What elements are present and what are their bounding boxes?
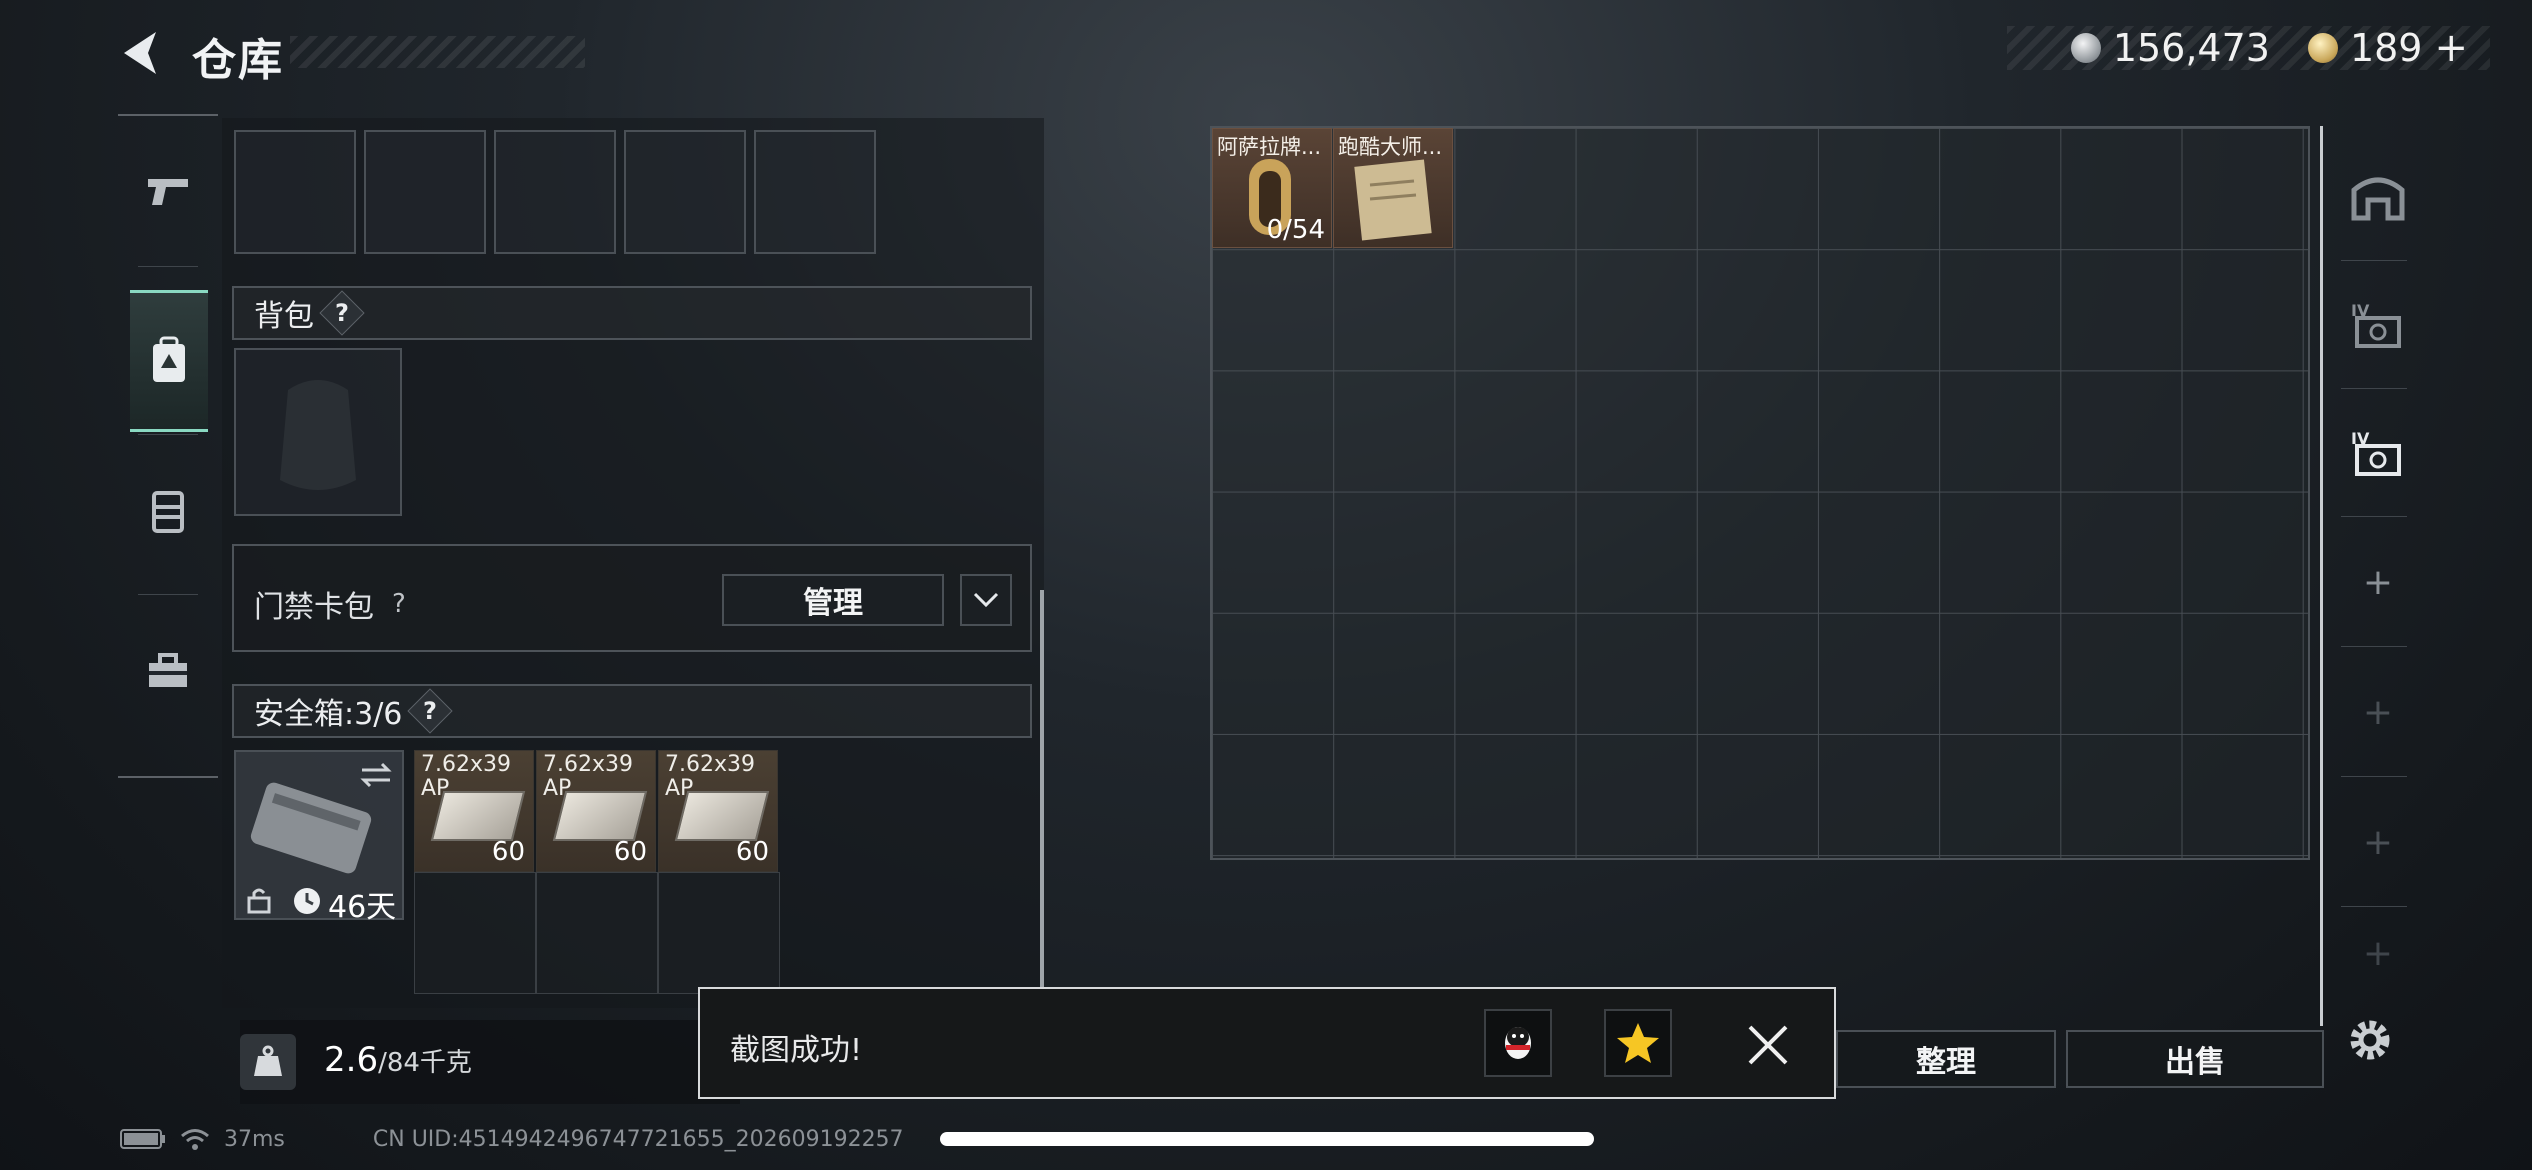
ping-text: 37ms (224, 1126, 285, 1152)
plus-icon: + (2362, 932, 2394, 974)
left-panel-scrollbar[interactable] (1040, 590, 1044, 990)
gear-icon (2350, 1020, 2390, 1060)
silver-amount: 156,473 (2112, 26, 2270, 70)
close-icon (1748, 1025, 1788, 1065)
add-page-button[interactable]: + (2333, 652, 2423, 772)
clock-icon (294, 888, 320, 914)
battery-icon (120, 1129, 165, 1149)
storage-item-name: 阿萨拉牌... (1217, 135, 1322, 159)
toast-message: 截图成功! (730, 1033, 863, 1068)
nav-storage-page-4-active[interactable]: IV (2333, 394, 2423, 514)
sell-button[interactable]: 出售 (2066, 1030, 2324, 1088)
plus-icon: + (2362, 691, 2394, 733)
back-button[interactable] (118, 28, 168, 78)
vest-icon (152, 491, 184, 533)
nav-item-vest[interactable] (118, 446, 218, 576)
equipment-slot[interactable] (754, 130, 876, 254)
manage-button[interactable]: 管理 (722, 574, 944, 626)
ammo-item[interactable]: 7.62x39 AP 60 (536, 750, 656, 872)
page-title: 仓库 (192, 35, 284, 86)
safe-box-section-header: 安全箱:3/6 ? (232, 684, 1032, 738)
backpack-silhouette-icon (280, 380, 356, 490)
safe-box-cell[interactable] (414, 872, 536, 994)
safe-box-days: 46天 (328, 890, 397, 925)
ammo-name: 7.62x39 AP (665, 752, 755, 801)
storage-page-nav: IV IV + + + + (2320, 126, 2423, 1026)
keycard-label: 门禁卡包 (254, 590, 374, 625)
silver-coin-icon (2070, 33, 2101, 63)
ammo-item[interactable]: 7.62x39 AP 60 (658, 750, 778, 872)
safe-box-slot[interactable]: 46天 (234, 750, 404, 925)
safe-box-cell[interactable] (536, 872, 658, 994)
currency-bar: 156,473 189 + (2006, 25, 2490, 71)
qzone-star-icon (1617, 1023, 1659, 1063)
backpack-help-button[interactable]: ? (319, 290, 365, 336)
screenshot-toast: 截图成功! (698, 987, 1836, 1099)
ammo-name: 7.62x39 AP (421, 752, 511, 801)
backpack-slot[interactable] (234, 348, 402, 516)
equipment-slot[interactable] (364, 130, 486, 254)
weight-bar: 2.6/84千克 (240, 1020, 740, 1104)
wifi-icon (181, 1129, 209, 1150)
nav-storage-page-4[interactable]: IV (2333, 266, 2423, 386)
storage-item-count: 0/54 (1266, 215, 1325, 245)
storage-item-name: 跑酷大师... (1338, 135, 1443, 159)
chevron-down-icon (973, 592, 999, 608)
safe-box-help-button[interactable]: ? (407, 688, 454, 734)
home-indicator[interactable] (940, 1132, 1594, 1146)
equipment-slot[interactable] (624, 130, 746, 254)
plus-icon: + (2362, 821, 2394, 863)
pistol-icon (148, 179, 188, 205)
share-qq-button[interactable] (1484, 1009, 1552, 1077)
status-bar: 37ms CN UID:4514942496747721655_20260919… (120, 1122, 904, 1156)
gold-coin-icon (2307, 33, 2338, 63)
storage-item[interactable]: 阿萨拉牌... 0/54 (1212, 128, 1332, 248)
ammo-item[interactable]: 7.62x39 AP 60 (414, 750, 534, 872)
sort-button[interactable]: 整理 (1836, 1030, 2056, 1088)
nav-item-toolbox[interactable] (118, 606, 218, 736)
equipment-slot[interactable] (494, 130, 616, 254)
ammo-count: 60 (613, 837, 647, 867)
safe-box-label: 安全箱:3/6 (254, 697, 403, 732)
weight-max: /84千克 (378, 1048, 472, 1078)
uid-text: CN UID:4514942496747721655_202609192257 (372, 1126, 904, 1152)
storage-item[interactable]: 跑酷大师... (1333, 128, 1453, 248)
settings-button[interactable] (2340, 1010, 2400, 1070)
backpack-label: 背包 (254, 299, 314, 334)
toolbox-icon (149, 653, 187, 687)
add-page-button[interactable]: + (2333, 908, 2423, 998)
title-decoration (290, 36, 585, 68)
weight-kg-icon (240, 1034, 296, 1090)
document-item-icon (1354, 159, 1432, 241)
add-gold-button[interactable]: + (2434, 25, 2468, 71)
gold-amount: 189 (2349, 26, 2423, 70)
safe-box-cell[interactable] (658, 872, 780, 994)
ammo-name: 7.62x39 AP (543, 752, 633, 801)
nav-item-backpack[interactable] (130, 290, 208, 432)
add-page-button[interactable]: + (2333, 522, 2423, 642)
left-category-nav (118, 114, 218, 778)
share-qzone-button[interactable] (1604, 1009, 1672, 1077)
lock-icon (247, 888, 271, 914)
add-page-button[interactable]: + (2333, 782, 2423, 902)
safe-page-4-active-icon: IV (2351, 429, 2401, 476)
expand-dropdown-button[interactable] (960, 574, 1012, 626)
safe-page-4-icon: IV (2351, 301, 2401, 348)
nav-item-weapons[interactable] (118, 126, 218, 256)
keycard-help-button[interactable]: ? (392, 589, 406, 619)
warehouse-icon (2351, 177, 2405, 221)
plus-icon: + (2362, 561, 2394, 603)
toast-close-button[interactable] (1740, 1017, 1796, 1073)
ammo-count: 60 (735, 837, 769, 867)
backpack-icon (153, 336, 185, 382)
weight-current: 2.6 (324, 1040, 379, 1080)
qq-penguin-icon (1505, 1027, 1531, 1059)
swap-icon[interactable] (356, 760, 396, 790)
backpack-section-header: 背包 ? (232, 286, 1032, 340)
back-arrow-icon (124, 32, 156, 74)
equipment-slot[interactable] (234, 130, 356, 254)
nav-warehouse[interactable] (2333, 136, 2423, 256)
ammo-count: 60 (491, 837, 525, 867)
